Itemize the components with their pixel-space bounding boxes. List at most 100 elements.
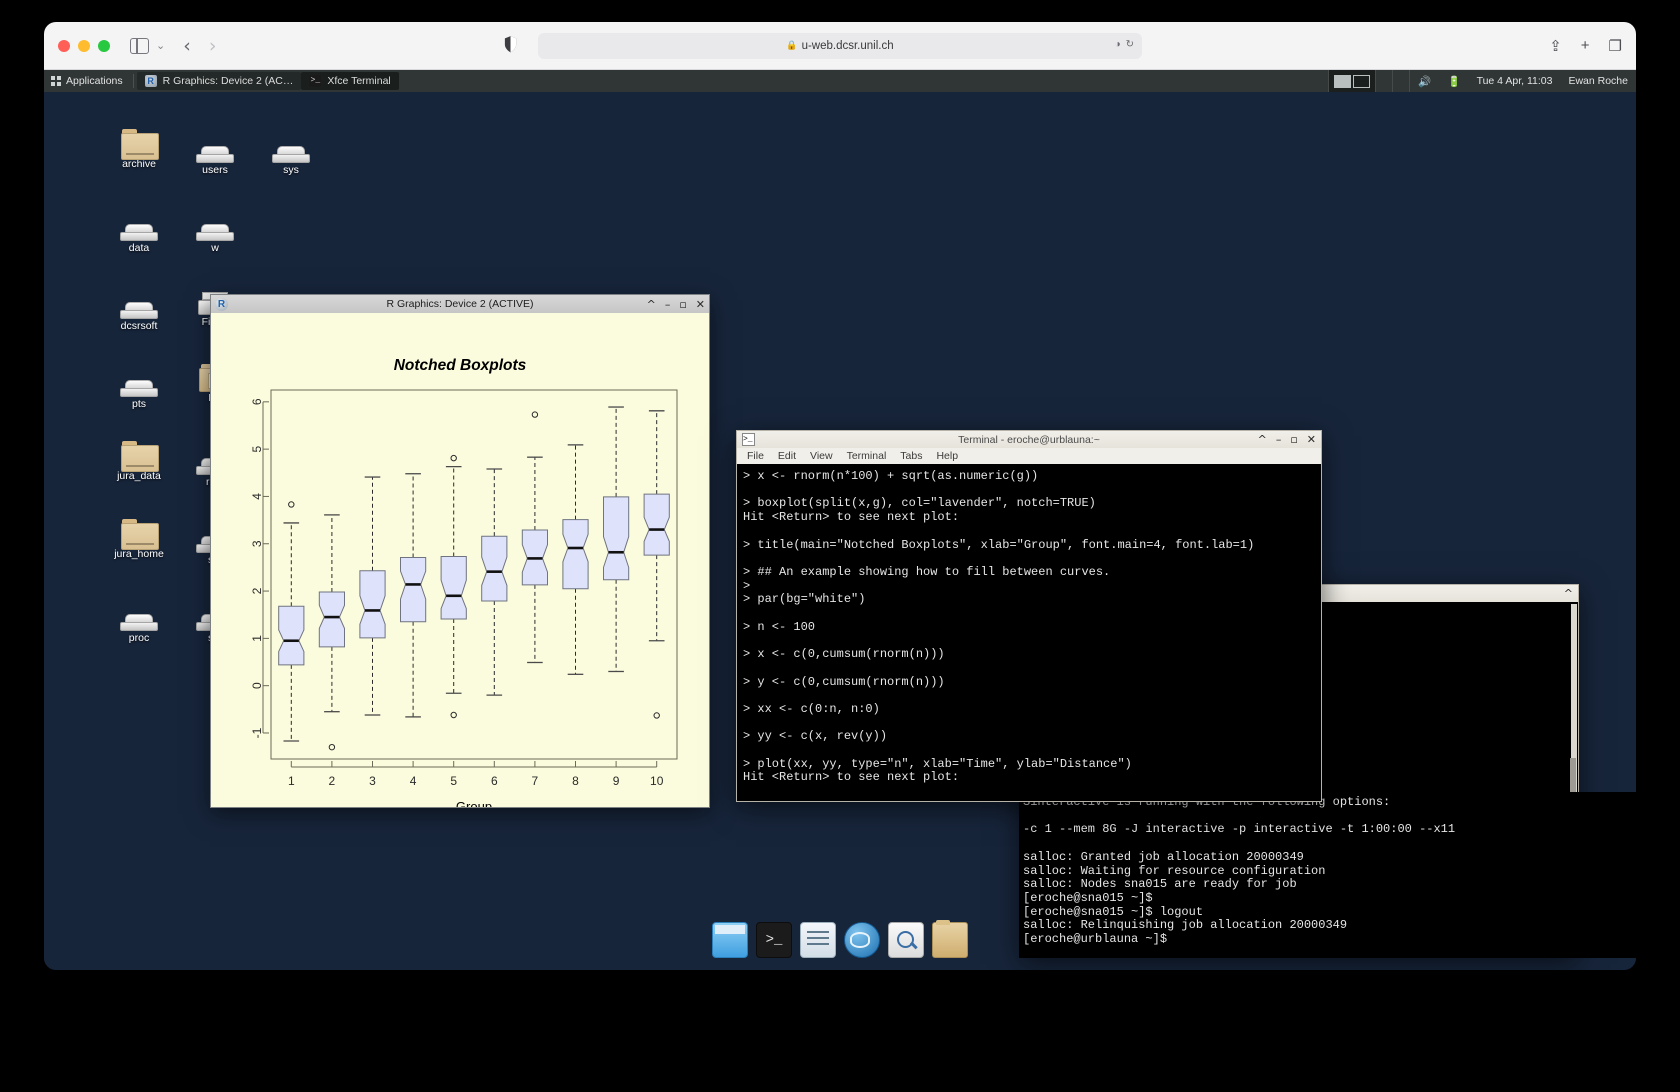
desktop-icon-sys[interactable]: sys <box>252 124 330 176</box>
document-icon[interactable] <box>800 922 836 958</box>
globe-icon[interactable] <box>844 922 880 958</box>
background-terminal-output-bottom[interactable]: Sinteractive is running with the followi… <box>1019 792 1636 958</box>
taskbar-label: Xfce Terminal <box>327 75 390 87</box>
applications-grid-icon <box>51 76 61 86</box>
drive-icon <box>100 592 178 632</box>
drive-icon <box>100 280 178 320</box>
desktop-icon-proc[interactable]: proc <box>100 592 178 644</box>
shade-button[interactable]: ^ <box>1564 587 1573 600</box>
desktop-icon-pts[interactable]: pts <box>100 358 178 410</box>
maximize-button[interactable]: ▫ <box>679 298 686 311</box>
magnifier-icon[interactable] <box>888 922 924 958</box>
desktop-icon-jura-home[interactable]: jura_home <box>100 508 178 560</box>
desktop-icon-archive[interactable]: archive <box>100 118 178 170</box>
clock[interactable]: Tue 4 Apr, 11:03 <box>1469 70 1561 92</box>
y-tick-label: 1 <box>250 635 264 642</box>
address-bar[interactable]: 🔒 u-web.dcsr.unil.ch ◑ ↻ <box>538 33 1142 59</box>
desktop-icon-dcsrsoft[interactable]: dcsrsoft <box>100 280 178 332</box>
battery-icon[interactable]: 🔋 <box>1439 70 1468 92</box>
reload-icon[interactable]: ↻ <box>1126 39 1134 50</box>
tray-slot-b <box>1393 70 1409 92</box>
terminal-icon: >_ <box>742 433 755 446</box>
tab-overview-icon[interactable]: ❐ <box>1609 37 1622 55</box>
maximize-window-button[interactable] <box>98 40 110 52</box>
x-tick-label: 7 <box>532 774 539 788</box>
tray-slot-a <box>1376 70 1392 92</box>
x-axis-label: Group <box>456 799 492 807</box>
terminal-menu-edit[interactable]: Edit <box>778 450 796 462</box>
workspace-2[interactable] <box>1353 75 1370 88</box>
user-menu[interactable]: Ewan Roche <box>1560 70 1636 92</box>
terminal-menu-help[interactable]: Help <box>936 450 958 462</box>
window-traffic-lights[interactable] <box>58 40 110 52</box>
browser-toolbar-right: ⇪ + ❐ <box>1549 37 1622 55</box>
desktop[interactable]: archiveuserssysdatawdcsrsoftFile SptsHoj… <box>44 92 1636 970</box>
taskbar-item-r-graphics[interactable]: R Graphics: Device 2 (AC… <box>137 72 302 90</box>
r-graphics-window[interactable]: R Graphics: Device 2 (ACTIVE) ^ – ▫ ✕ No… <box>210 294 710 808</box>
folder-icon <box>100 118 178 158</box>
minimize-button[interactable]: – <box>1276 433 1282 446</box>
desktop-icon-label: dcsrsoft <box>121 320 158 332</box>
sidebar-icon[interactable] <box>130 38 149 54</box>
terminal-window-buttons[interactable]: ^ – ▫ ✕ <box>1258 433 1316 446</box>
terminal-output[interactable]: > x <- rnorm(n*100) + sqrt(as.numeric(g)… <box>736 464 1322 802</box>
maximize-button[interactable]: ▫ <box>1290 433 1297 446</box>
box <box>441 557 466 620</box>
share-icon[interactable]: ⇪ <box>1549 37 1562 55</box>
r-logo-icon <box>215 298 228 311</box>
applications-menu-button[interactable]: Applications <box>44 70 130 92</box>
browser-toolbar: ⌄ ‹ › 🔒 u-web.dcsr.unil.ch ◑ ↻ ⇪ + ❐ <box>44 22 1636 70</box>
x-tick-label: 10 <box>650 774 664 788</box>
background-terminal-buttons[interactable]: ^ <box>1564 587 1573 600</box>
reload-button[interactable]: ◑ ↻ <box>1115 39 1134 50</box>
new-tab-button[interactable]: + <box>1581 37 1590 54</box>
desktop-icon-users[interactable]: users <box>176 124 254 176</box>
minimize-button[interactable]: – <box>665 298 671 311</box>
minimize-window-button[interactable] <box>78 40 90 52</box>
forward-button[interactable]: › <box>209 35 217 57</box>
terminal-menu-file[interactable]: File <box>747 450 764 462</box>
files-icon[interactable] <box>712 922 748 958</box>
workspace-1[interactable] <box>1334 75 1351 88</box>
drive-icon <box>100 202 178 242</box>
url-text: u-web.dcsr.unil.ch <box>802 40 894 52</box>
close-button[interactable]: ✕ <box>696 298 705 311</box>
xfce-panel: Applications R Graphics: Device 2 (AC… >… <box>44 70 1636 92</box>
desktop-icon-label: data <box>129 242 149 254</box>
y-tick-label: 3 <box>250 540 264 547</box>
shade-button[interactable]: ^ <box>647 298 656 311</box>
back-button[interactable]: ‹ <box>183 35 191 57</box>
volume-icon[interactable]: 🔊 <box>1410 70 1439 92</box>
box <box>482 536 507 601</box>
desktop-icon-data[interactable]: data <box>100 202 178 254</box>
terminal-menubar[interactable]: File Edit View Terminal Tabs Help <box>736 448 1322 464</box>
chart-title: Notched Boxplots <box>394 357 527 374</box>
desktop-icon-jura-data[interactable]: jura_data <box>100 430 178 482</box>
chevron-down-icon[interactable]: ⌄ <box>156 39 165 52</box>
terminal-menu-terminal[interactable]: Terminal <box>847 450 887 462</box>
close-button[interactable]: ✕ <box>1307 433 1316 446</box>
desktop-icon-label: proc <box>129 632 149 644</box>
folder-icon <box>100 430 178 470</box>
folder-icon[interactable] <box>932 922 968 958</box>
r-graphics-titlebar[interactable]: R Graphics: Device 2 (ACTIVE) ^ – ▫ ✕ <box>211 295 709 314</box>
foreground-terminal-window[interactable]: >_ Terminal - eroche@urblauna:~ ^ – ▫ ✕ … <box>736 430 1322 802</box>
box <box>604 497 629 580</box>
r-graphics-title: R Graphics: Device 2 (ACTIVE) <box>211 298 709 310</box>
reader-icon[interactable] <box>503 35 518 54</box>
workspace-pager[interactable] <box>1329 70 1375 92</box>
terminal-menu-tabs[interactable]: Tabs <box>900 450 922 462</box>
desktop-icon-w[interactable]: w <box>176 202 254 254</box>
close-window-button[interactable] <box>58 40 70 52</box>
terminal-titlebar[interactable]: >_ Terminal - eroche@urblauna:~ ^ – ▫ ✕ <box>736 430 1322 448</box>
x-tick-label: 8 <box>572 774 579 788</box>
taskbar-label: R Graphics: Device 2 (AC… <box>163 75 294 87</box>
box <box>319 592 344 647</box>
r-window-buttons[interactable]: ^ – ▫ ✕ <box>647 298 705 311</box>
terminal-icon[interactable]: >_ <box>756 922 792 958</box>
dock[interactable]: >_ <box>712 922 968 958</box>
shade-button[interactable]: ^ <box>1258 433 1267 446</box>
taskbar-item-xfce-terminal[interactable]: >_ Xfce Terminal <box>301 72 398 90</box>
desktop-icon-label: pts <box>132 398 146 410</box>
terminal-menu-view[interactable]: View <box>810 450 833 462</box>
